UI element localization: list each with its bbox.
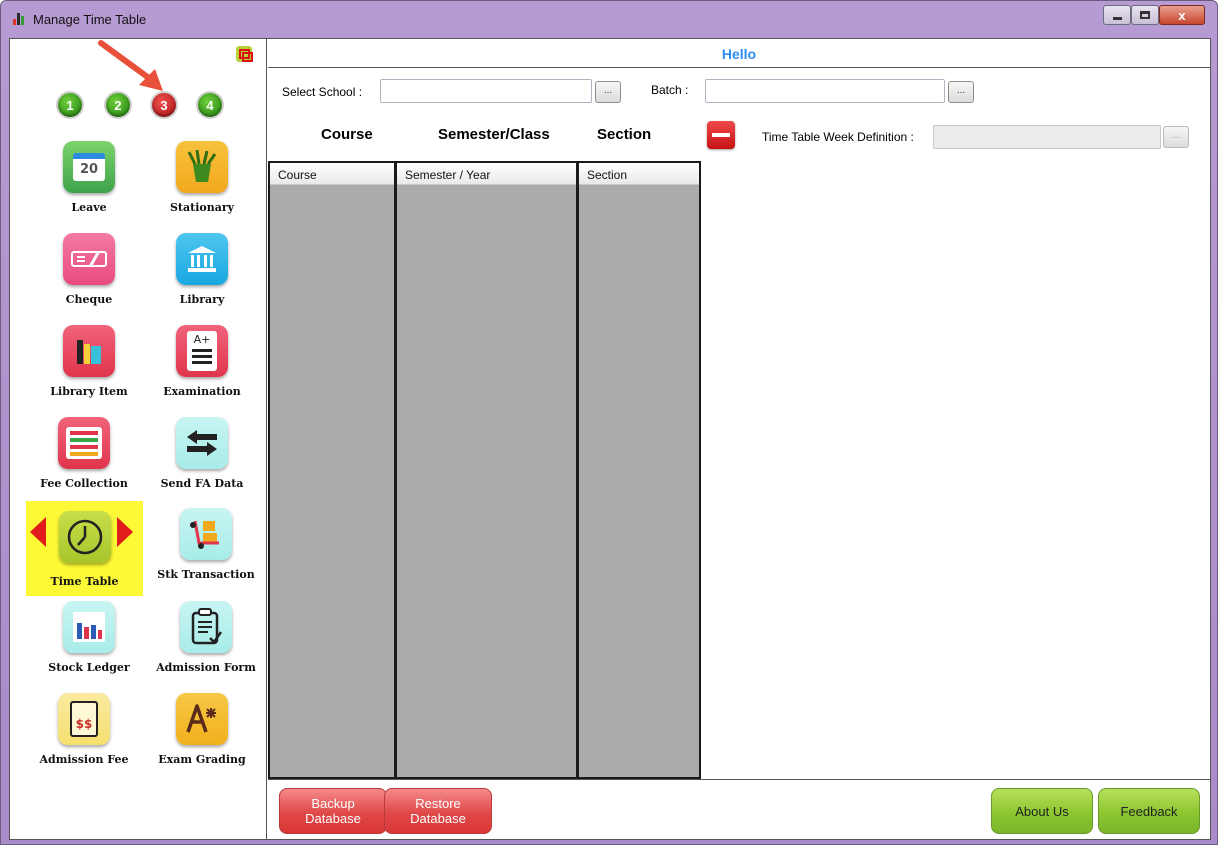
remove-button[interactable] — [707, 121, 735, 149]
select-school-label: Select School : — [282, 85, 363, 99]
semester-class-heading: Semester/Class — [438, 126, 550, 143]
about-us-button[interactable]: About Us — [991, 788, 1093, 834]
cheque-icon — [63, 233, 115, 285]
week-definition-input[interactable] — [933, 125, 1161, 149]
week-definition-browse-button[interactable]: ... — [1163, 126, 1189, 148]
select-school-input[interactable] — [380, 79, 592, 103]
menu-item-library-item[interactable]: Library Item — [34, 321, 144, 409]
semester-column-header[interactable]: Semester / Year — [397, 163, 576, 185]
fee-symbol: $$ — [70, 701, 98, 737]
next-arrow-icon[interactable] — [117, 517, 133, 547]
bar-ledger-icon — [63, 601, 115, 653]
menu-item-admission-form[interactable]: Admission Form — [147, 597, 265, 685]
pointer-arrow-icon — [98, 40, 163, 91]
pencil-cup-icon — [176, 141, 228, 193]
menu-label: Stock Ledger — [48, 661, 130, 674]
books-icon — [63, 325, 115, 377]
grade-a-icon — [176, 693, 228, 745]
minimize-icon — [1112, 17, 1122, 20]
menu-item-exam-grading[interactable]: Exam Grading — [147, 689, 257, 777]
library-building-icon — [176, 233, 228, 285]
menu-label: Time Table — [50, 575, 119, 588]
exam-sheet-icon: A+ — [176, 325, 228, 377]
menu-label: Fee Collection — [40, 477, 128, 490]
window-title: Manage Time Table — [33, 12, 147, 27]
page-3-button[interactable]: 3 — [152, 93, 176, 117]
menu-item-fee-collection[interactable]: Fee Collection — [24, 413, 144, 501]
course-column-header[interactable]: Course — [270, 163, 394, 185]
transfer-arrows-icon — [176, 417, 228, 469]
menu-item-admission-fee[interactable]: $$ Admission Fee — [24, 689, 144, 777]
window-client-area: 1 2 3 4 20 Leave Stationary Cheque Libra… — [9, 38, 1211, 840]
menu-label: Admission Form — [156, 661, 256, 674]
semester-list[interactable]: Semester / Year — [395, 161, 578, 779]
batch-browse-button[interactable]: ... — [948, 81, 974, 103]
select-school-browse-button[interactable]: ... — [595, 81, 621, 103]
exam-grade-text: A+ — [193, 333, 211, 346]
page-4-button[interactable]: 4 — [198, 93, 222, 117]
page-1-button[interactable]: 1 — [58, 93, 82, 117]
batch-label: Batch : — [651, 83, 689, 97]
course-heading: Course — [321, 126, 373, 143]
minimize-button[interactable] — [1103, 5, 1131, 25]
footer-bar: Backup Database Restore Database About U… — [268, 779, 1210, 839]
menu-label: Send FA Data — [160, 477, 244, 490]
menu-label: Exam Grading — [158, 753, 246, 766]
app-window: Manage Time Table x 1 2 3 4 20 Leave Sta… — [0, 0, 1218, 845]
menu-item-stock-ledger[interactable]: Stock Ledger — [34, 597, 144, 685]
fee-slip-icon: $$ — [58, 693, 110, 745]
switch-window-icon[interactable] — [236, 46, 253, 62]
list-icon — [58, 417, 110, 469]
clock-icon — [58, 511, 111, 563]
previous-arrow-icon[interactable] — [30, 517, 46, 547]
batch-input[interactable] — [705, 79, 945, 103]
close-button[interactable]: x — [1159, 5, 1205, 25]
title-bar[interactable]: Manage Time Table x — [1, 1, 1217, 37]
main-panel: Hello Select School : ... Batch : ... Co… — [268, 39, 1210, 839]
menu-item-examination[interactable]: A+ Examination — [147, 321, 257, 409]
menu-label: Library Item — [50, 385, 128, 398]
feedback-button[interactable]: Feedback — [1098, 788, 1200, 834]
menu-item-stk-transaction[interactable]: Stk Transaction — [147, 504, 265, 592]
menu-item-stationary[interactable]: Stationary — [147, 137, 257, 225]
maximize-button[interactable] — [1131, 5, 1159, 25]
course-list[interactable]: Course — [268, 161, 396, 779]
backup-database-button[interactable]: Backup Database — [279, 788, 387, 834]
section-column-header[interactable]: Section — [579, 163, 699, 185]
menu-label: Leave — [71, 201, 107, 214]
week-definition-label: Time Table Week Definition : — [762, 130, 914, 144]
menu-item-leave[interactable]: 20 Leave — [34, 137, 144, 225]
page-2-button[interactable]: 2 — [106, 93, 130, 117]
app-logo-icon — [13, 13, 27, 25]
menu-label: Examination — [163, 385, 241, 398]
menu-label: Cheque — [65, 293, 113, 306]
menu-item-library[interactable]: Library — [147, 229, 257, 317]
clipboard-check-icon — [180, 601, 232, 653]
section-list[interactable]: Section — [577, 161, 701, 779]
menu-item-send-fa-data[interactable]: Send FA Data — [147, 413, 257, 501]
menu-item-cheque[interactable]: Cheque — [34, 229, 144, 317]
close-icon: x — [1178, 7, 1186, 23]
menu-item-time-table[interactable]: Time Table — [26, 501, 143, 596]
calendar-day: 20 — [73, 153, 105, 181]
menu-label: Admission Fee — [39, 753, 129, 766]
menu-label: Stationary — [169, 201, 235, 214]
section-heading: Section — [597, 126, 652, 143]
hand-truck-icon — [180, 508, 232, 560]
menu-label: Library — [179, 293, 225, 306]
restore-database-button[interactable]: Restore Database — [384, 788, 492, 834]
greeting-header: Hello — [268, 39, 1210, 68]
menu-label: Stk Transaction — [157, 568, 255, 581]
calendar-icon: 20 — [63, 141, 115, 193]
sidebar: 1 2 3 4 20 Leave Stationary Cheque Libra… — [10, 39, 267, 839]
maximize-icon — [1140, 11, 1150, 19]
